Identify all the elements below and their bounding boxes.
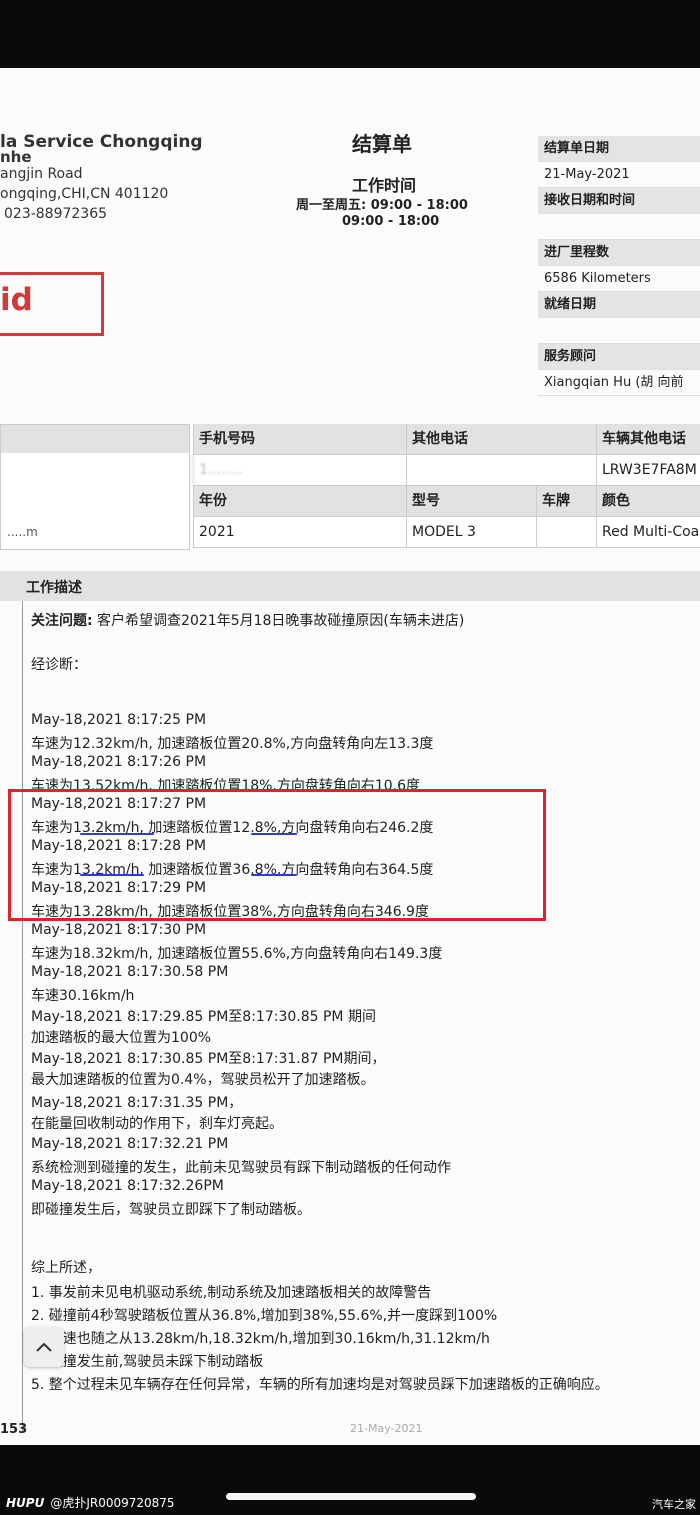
meta-value: Xiangqian Hu (胡 向前 (538, 370, 700, 396)
header-color: 颜色 (596, 486, 700, 516)
work-description-title: 工作描述 (26, 580, 82, 596)
log-line: May-18,2021 8:17:32.21 PM (31, 1136, 229, 1152)
concern-line: 关注问题: 客户希望调查2021年5月18日晚事故碰撞原因(车辆未进店) (31, 610, 464, 630)
hupu-logo: HUPU (6, 1496, 45, 1510)
source-watermark: HUPU @虎扑JR0009720875 (6, 1494, 175, 1511)
log-line: May-18,2021 8:17:30.58 PM (31, 964, 229, 980)
log-line: May-18,2021 8:17:31.35 PM， (31, 1095, 243, 1111)
paid-stamp-text: id (0, 282, 33, 318)
vehicle-color: Red Multi-Coa (596, 517, 700, 547)
underline-annotation (80, 833, 154, 835)
worktime-label: 工作时间 (352, 176, 417, 195)
vehicle-info-table: 手机号码 其他电话 车辆其他电话 1........ LRW3E7FA8M 年份… (193, 424, 700, 548)
invoice-meta-table: 结算单日期 21-May-2021 接收日期和时间 进厂里程数 6586 Kil… (538, 136, 700, 396)
home-indicator[interactable] (226, 1493, 476, 1500)
address-line-1: angjin Road (0, 166, 83, 182)
meta-value: 6586 Kilometers (538, 266, 700, 292)
meta-label: 服务顾问 (538, 344, 700, 370)
meta-label: 结算单日期 (538, 136, 700, 162)
summary-item: 2. 碰撞前4秒驾驶踏板位置从36.8%,增加到38%,55.6%,并一度踩到1… (31, 1308, 498, 1324)
underline-annotation (80, 874, 144, 876)
concern-label: 关注问题: (31, 613, 93, 629)
header-year: 年份 (193, 486, 406, 516)
page-number: 153 (0, 1422, 28, 1437)
vin-number: LRW3E7FA8M (596, 455, 700, 485)
log-line: May-18,2021 8:17:30 PM (31, 922, 207, 938)
site-watermark: 汽车之家 (652, 1498, 696, 1511)
meta-value (538, 214, 700, 240)
meta-label: 进厂里程数 (538, 240, 700, 266)
watermark-user: @虎扑JR0009720875 (50, 1496, 175, 1510)
summary-item: 1. 事发前未见电机驱动系统,制动系统及加速踏板相关的故障警告 (31, 1285, 432, 1301)
highlight-annotation-box (8, 789, 546, 921)
footer-date: 21-May-2021 (350, 1422, 423, 1435)
log-line: 在能量回收制动的作用下，刹车灯亮起。 (31, 1116, 283, 1132)
owner-info-box: .....m (0, 424, 190, 550)
header-other-phone: 其他电话 (406, 424, 596, 454)
summary-item: 5. 整个过程未见车辆存在任何异常，车辆的所有加速均是对驾驶员踩下加速踏板的正确… (31, 1377, 609, 1393)
meta-label: 接收日期和时间 (538, 188, 700, 214)
meta-value: 21-May-2021 (538, 162, 700, 188)
vehicle-year: 2021 (193, 517, 406, 547)
diagnosis-label: 经诊断： (31, 657, 87, 673)
scroll-to-top-button[interactable] (24, 1327, 64, 1367)
log-line: May-18,2021 8:17:32.26PM (31, 1178, 224, 1194)
hours-line-2: 09:00 - 18:00 (342, 214, 440, 229)
company-name-line2: nhe (0, 148, 32, 166)
work-description-header (0, 571, 700, 601)
address-line-2: ongqing,CHI,CN 401120 (0, 186, 169, 202)
header-plate: 车牌 (536, 486, 596, 516)
document-photo: la Service Chongqing nhe angjin Road ong… (0, 68, 700, 1445)
phone-number: 023-88972365 (4, 206, 108, 222)
summary-item: 3. 车速也随之从13.28km/h,18.32km/h,增加到30.16km/… (31, 1331, 490, 1347)
owner-email-partial: .....m (7, 525, 38, 539)
log-line: May-18,2021 8:17:25 PM (31, 712, 207, 728)
log-line: 最大加速踏板的位置为0.4%，驾驶员松开了加速踏板。 (31, 1072, 375, 1088)
underline-annotation (251, 874, 297, 876)
underline-annotation (251, 833, 297, 835)
log-line: May-18,2021 8:17:30.85 PM至8:17:31.87 PM期… (31, 1051, 386, 1067)
mobile-number-blurred: 1........ (193, 455, 406, 485)
concern-text: 客户希望调查2021年5月18日晚事故碰撞原因(车辆未进店) (92, 613, 465, 629)
log-line: May-18,2021 8:17:26 PM (31, 754, 207, 770)
meta-label: 就绪日期 (538, 292, 700, 318)
summary-label: 综上所述， (31, 1260, 101, 1276)
log-line: 即碰撞发生后，驾驶员立即踩下了制动踏板。 (31, 1202, 311, 1218)
log-line: 车速30.16km/h (31, 988, 135, 1004)
header-mobile: 手机号码 (193, 424, 406, 454)
log-line: May-18,2021 8:17:29.85 PM至8:17:30.85 PM … (31, 1009, 376, 1025)
page-title: 结算单 (352, 132, 412, 156)
header-model: 型号 (406, 486, 536, 516)
chevron-up-icon (36, 1342, 52, 1352)
hours-line-1: 周一至周五: 09:00 - 18:00 (296, 198, 468, 213)
vehicle-model: MODEL 3 (406, 517, 536, 547)
header-vehicle-phone: 车辆其他电话 (596, 424, 700, 454)
log-line: 加速踏板的最大位置为100% (31, 1030, 212, 1046)
status-bar-area (0, 0, 700, 68)
log-line: 系统检测到碰撞的发生，此前未见驾驶员有踩下制动踏板的任何动作 (31, 1160, 451, 1176)
summary-item: 4. 碰撞发生前,驾驶员未踩下制动踏板 (31, 1354, 264, 1370)
meta-value (538, 318, 700, 344)
vehicle-plate (536, 517, 596, 547)
log-line: 车速为18.32km/h, 加速踏板位置55.6%,方向盘转角向右149.3度 (31, 946, 443, 962)
log-line: 车速为12.32km/h, 加速踏板位置20.8%,方向盘转角向左13.3度 (31, 736, 434, 752)
